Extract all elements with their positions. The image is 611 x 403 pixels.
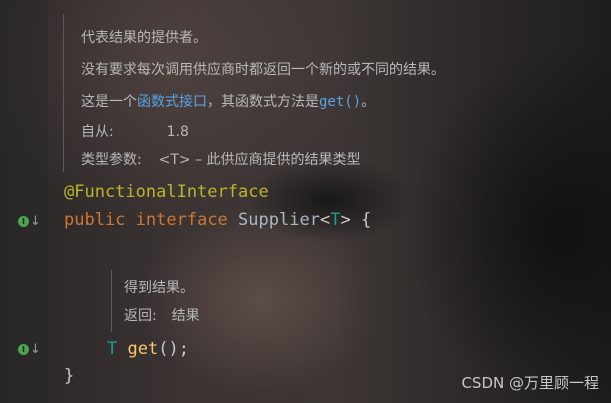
method-doc-returns: 返回: 结果 xyxy=(124,305,200,325)
get-method-link[interactable]: get() xyxy=(319,94,361,110)
arrow-down-method-icon: ↓ xyxy=(30,342,41,357)
returns-value: 结果 xyxy=(171,308,200,324)
since-row: 自从: 1.8 xyxy=(81,121,189,141)
method-tail-token: (); xyxy=(158,339,189,359)
since-label: 自从: xyxy=(81,124,114,140)
returns-label: 返回: xyxy=(124,308,157,324)
class-name-token[interactable]: Supplier xyxy=(238,210,320,230)
code-line-declaration: public interface Supplier<T> { xyxy=(64,210,371,230)
arrow-down-icon: ↓ xyxy=(30,214,41,229)
annotation-token[interactable]: @FunctionalInterface xyxy=(64,182,269,202)
method-name-token[interactable]: get xyxy=(128,339,159,359)
code-line-method: T get(); xyxy=(107,339,189,359)
implementation-icon: I xyxy=(18,216,29,227)
implementation-method-icon: I xyxy=(18,344,29,355)
implemented-gutter-icon[interactable]: I ↓ xyxy=(18,214,41,229)
doc-line-1: 代表结果的提供者。 xyxy=(81,30,207,46)
type-param-token[interactable]: T xyxy=(330,210,340,230)
keyword-public[interactable]: public xyxy=(64,210,125,230)
implemented-method-gutter-icon[interactable]: I ↓ xyxy=(18,342,41,357)
since-value: 1.8 xyxy=(166,124,189,140)
doc-line-3: 这是一个函数式接口，其函数式方法是get()。 xyxy=(81,91,375,111)
type-open-token: < xyxy=(319,210,331,230)
typeparam-value: <T> – 此供应商提供的结果类型 xyxy=(158,152,361,168)
code-line-close: } xyxy=(64,366,74,386)
doc-line-3-prefix: 这是一个 xyxy=(81,94,137,110)
type-close-token: > xyxy=(340,210,351,230)
method-doc-line-1: 得到结果。 xyxy=(124,280,194,296)
brace-close-token: } xyxy=(64,366,75,386)
method-doc-bar xyxy=(111,270,112,332)
doc-line-3-mid: ，其函数式方法是 xyxy=(207,94,319,110)
typeparam-row: 类型参数: <T> – 此供应商提供的结果类型 xyxy=(81,149,361,169)
functional-interface-link[interactable]: 函数式接口 xyxy=(137,94,207,110)
return-type-token[interactable]: T xyxy=(107,339,117,359)
code-line-annotation: @FunctionalInterface xyxy=(64,182,269,202)
brace-open-token: { xyxy=(360,210,372,230)
keyword-interface[interactable]: interface xyxy=(136,210,228,230)
watermark: CSDN @万里顾一程 xyxy=(461,374,599,392)
doc-comment-bar xyxy=(63,14,64,172)
typeparam-label: 类型参数: xyxy=(81,152,142,168)
doc-line-3-suffix: 。 xyxy=(361,94,376,110)
doc-line-2: 没有要求每次调用供应商时都返回一个新的或不同的结果。 xyxy=(81,62,445,78)
